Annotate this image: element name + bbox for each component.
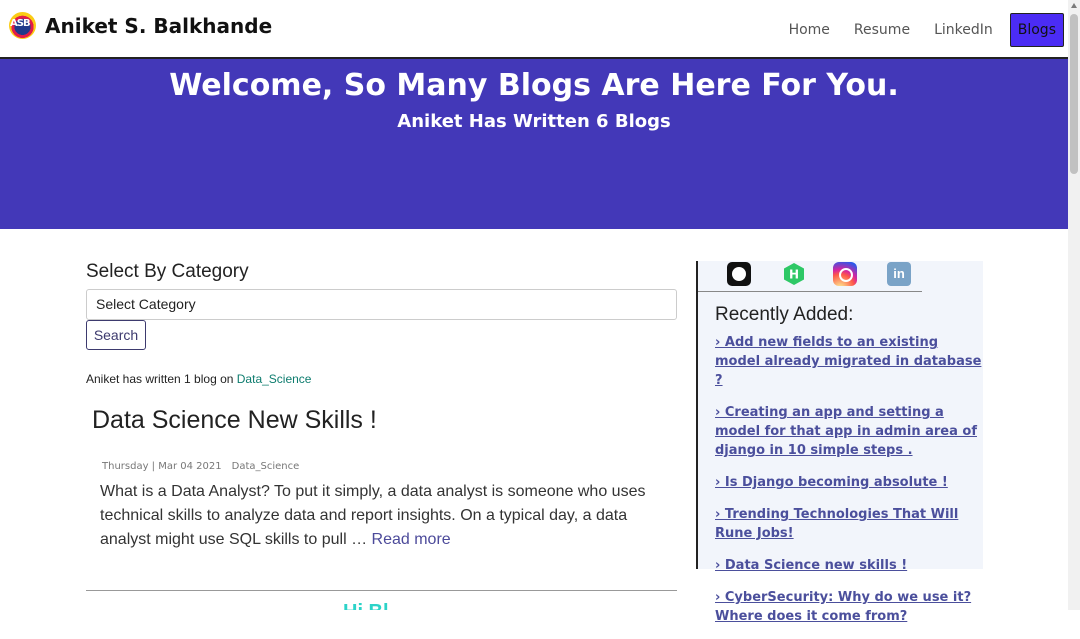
brand-name[interactable]: Aniket S. Balkhande — [45, 14, 272, 38]
post-category: Data_Science — [231, 461, 300, 472]
scroll-thumb[interactable] — [1070, 14, 1078, 174]
recent-link[interactable]: › Creating an app and setting a model fo… — [715, 405, 977, 458]
hero-title: Welcome, So Many Blogs Are Here For You. — [169, 68, 899, 103]
recent-item: › Add new fields to an existing model al… — [715, 333, 983, 390]
brand[interactable]: ASB Aniket S. Balkhande — [9, 12, 272, 39]
category-link[interactable]: Data_Science — [237, 372, 312, 386]
category-heading: Select By Category — [86, 261, 249, 282]
hackerrank-icon[interactable]: H — [782, 262, 806, 286]
nav-resume[interactable]: Resume — [854, 22, 910, 38]
nav-linkedin[interactable]: LinkedIn — [934, 22, 993, 38]
recent-link[interactable]: › Is Django becoming absolute ! — [715, 475, 948, 490]
category-select-value: Select Category — [96, 296, 196, 312]
recent-link[interactable]: › Add new fields to an existing model al… — [715, 335, 981, 388]
social-row: H in — [698, 261, 922, 292]
recent-title: Recently Added: — [715, 304, 854, 325]
recent-list: › Add new fields to an existing model al… — [715, 333, 983, 639]
recent-link[interactable]: › Data Science new skills ! — [715, 558, 907, 573]
recent-link[interactable]: › Trending Technologies That Will Rune J… — [715, 507, 958, 541]
page-scrollbar[interactable] — [1068, 0, 1080, 610]
blog-count-text: Aniket has written 1 blog on — [86, 372, 237, 386]
next-post-peek: Hi Bl — [343, 602, 403, 610]
navbar: ASB Aniket S. Balkhande Home Resume Link… — [0, 0, 1068, 59]
recent-item: › Creating an app and setting a model fo… — [715, 403, 983, 460]
recent-item: › Is Django becoming absolute ! — [715, 473, 983, 492]
search-button[interactable]: Search — [86, 320, 146, 350]
hero-banner: Welcome, So Many Blogs Are Here For You.… — [0, 59, 1068, 229]
recent-item: › Trending Technologies That Will Rune J… — [715, 505, 983, 543]
read-more-link[interactable]: Read more — [372, 531, 451, 548]
nav-blogs[interactable]: Blogs — [1009, 13, 1064, 47]
instagram-icon[interactable] — [833, 262, 857, 286]
github-icon[interactable] — [727, 262, 751, 286]
blog-count-line: Aniket has written 1 blog on Data_Scienc… — [86, 372, 311, 386]
post-excerpt: What is a Data Analyst? To put it simply… — [100, 480, 682, 552]
recent-link[interactable]: › CyberSecurity: Why do we use it? Where… — [715, 590, 971, 624]
site-logo-icon: ASB — [9, 12, 36, 39]
scroll-up-icon[interactable] — [1071, 3, 1077, 8]
hero-subtitle: Aniket Has Written 6 Blogs — [397, 111, 671, 132]
recent-item: › Data Science new skills ! — [715, 556, 983, 575]
next-post-peek-text: Hi Bl — [343, 602, 403, 610]
post-meta: Thursday | Mar 04 2021 Data_Science — [102, 461, 299, 472]
post-date: Thursday | Mar 04 2021 — [102, 461, 222, 472]
logo-text: ASB — [10, 18, 31, 29]
post-divider — [86, 590, 677, 591]
nav-home[interactable]: Home — [789, 22, 830, 38]
linkedin-icon[interactable]: in — [887, 262, 911, 286]
sidebar: H in Recently Added: › Add new fields to… — [696, 261, 983, 624]
recent-item: › CyberSecurity: Why do we use it? Where… — [715, 588, 983, 626]
nav-links: Home Resume LinkedIn Blogs — [765, 13, 1064, 47]
category-select[interactable]: Select Category — [86, 289, 677, 320]
hackerrank-glyph: H — [789, 268, 799, 282]
post-title[interactable]: Data Science New Skills ! — [92, 406, 377, 435]
